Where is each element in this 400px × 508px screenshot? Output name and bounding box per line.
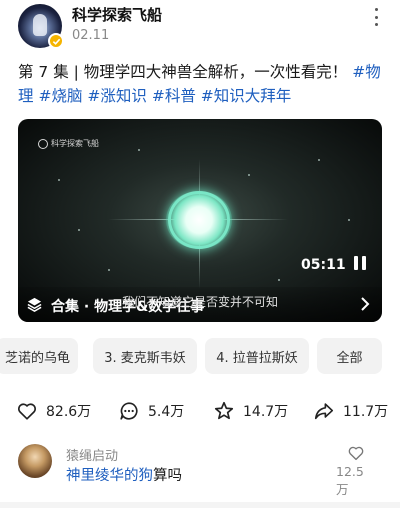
top-comment[interactable]: 猿绳启动 神里绫华的狗算吗 12.5万 [0,444,400,497]
verified-icon [48,33,64,49]
watermark-logo-icon [38,138,48,149]
share-icon [314,403,334,420]
episode-chip[interactable]: 3. 麦克斯韦妖 [93,338,197,374]
commenter-avatar[interactable] [18,444,52,478]
hashtag[interactable]: #涨知识 [87,87,147,105]
favorite-button[interactable]: 14.7万 [213,398,288,424]
more-icon[interactable] [372,8,380,26]
share-button[interactable]: 11.7万 [313,398,388,424]
like-button[interactable]: 82.6万 [16,398,91,424]
post-header: 科学探索飞船 02.11 [0,0,400,54]
hashtag[interactable]: #知识大拜年 [201,87,292,105]
comment-like-count: 12.5万 [336,464,364,497]
share-count: 11.7万 [343,404,389,420]
comment-like-button[interactable]: 12.5万 [336,444,376,498]
video-duration: 05:11 [301,257,346,273]
episode-list: 芝诺的乌龟 3. 麦克斯韦妖 4. 拉普拉斯妖 全部 [0,338,400,374]
heart-icon [18,403,36,420]
author-avatar[interactable] [18,4,64,49]
bottom-divider [0,502,400,508]
episode-chip[interactable]: 4. 拉普拉斯妖 [205,338,309,374]
video-watermark: 科学探索飞船 [38,138,99,149]
like-count: 82.6万 [46,404,92,420]
post-date: 02.11 [72,28,110,43]
comment-icon [120,402,138,420]
watermark-text: 科学探索飞船 [51,139,99,148]
episode-all-chip[interactable]: 全部 [317,338,382,374]
comment-mention[interactable]: 神里绫华的狗 [66,468,153,484]
comment-count: 5.4万 [148,404,185,420]
episode-chip[interactable]: 芝诺的乌龟 [0,338,78,374]
commenter-name[interactable]: 猿绳启动 [66,445,118,464]
hashtag[interactable]: #烧脑 [38,87,82,105]
post-body: 第 7 集 | 物理学四大神兽全解析，一次性看完！ [18,63,353,81]
comment-button[interactable]: 5.4万 [118,398,184,424]
video-player[interactable]: 科学探索飞船 05:11 合集 · 物理学&数学往事 我们不知道它是否变并不可知 [18,119,382,322]
pause-icon[interactable] [354,256,366,270]
comment-body: 算吗 [153,468,182,484]
glowing-ring [168,191,230,249]
post-text: 第 7 集 | 物理学四大神兽全解析，一次性看完！ #物理 #烧脑 #涨知识 #… [18,60,390,108]
hashtag[interactable]: #科普 [152,87,196,105]
heart-icon [348,446,364,461]
star-icon [214,401,234,420]
action-bar: 82.6万 5.4万 14.7万 11.7万 [0,398,400,424]
video-subtitle: 我们不知道它是否变并不可知 [121,295,278,309]
favorite-count: 14.7万 [243,404,289,420]
author-name[interactable]: 科学探索飞船 [72,4,162,25]
comment-text: 神里绫华的狗算吗 [66,464,182,485]
